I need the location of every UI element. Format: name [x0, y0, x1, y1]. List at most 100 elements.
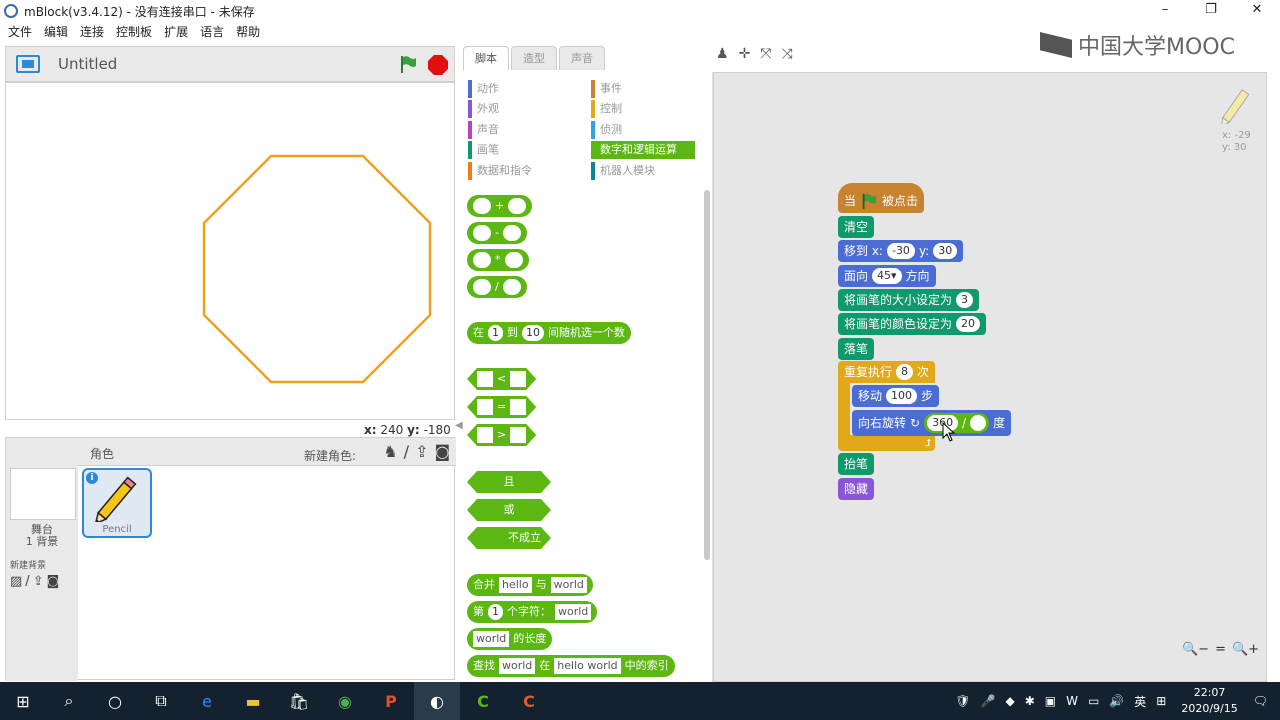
point-in-direction-block[interactable]: 面向 45▾ 方向: [838, 265, 936, 287]
block-length-of[interactable]: world 的长度: [467, 628, 553, 650]
stage-thumbnail[interactable]: [10, 468, 76, 520]
stage-canvas[interactable]: [5, 82, 455, 420]
duplicate-tool-icon[interactable]: ♟: [716, 46, 729, 62]
block-and[interactable]: 且: [467, 471, 551, 493]
move-steps-block[interactable]: 移动 100 步: [852, 385, 940, 407]
close-button[interactable]: ✕: [1234, 0, 1280, 22]
category-events[interactable]: 事件: [591, 80, 695, 98]
volume-icon[interactable]: 🔊: [1109, 694, 1124, 708]
block-or[interactable]: 或: [467, 499, 551, 521]
battery-icon[interactable]: ▭: [1088, 694, 1099, 708]
go-to-xy-block[interactable]: 移到 x: -30 y: 30: [838, 240, 964, 262]
sprite-pencil[interactable]: i Pencil: [82, 468, 152, 538]
category-data[interactable]: 数据和指令: [468, 162, 578, 180]
menu-board[interactable]: 控制板: [116, 23, 152, 40]
tab-costumes[interactable]: 造型: [511, 46, 557, 70]
block-join[interactable]: 合并 hello 与 world: [467, 574, 593, 596]
set-pen-color-block[interactable]: 将画笔的颜色设定为 20: [838, 313, 987, 335]
category-pen[interactable]: 画笔: [468, 141, 578, 159]
fullscreen-icon[interactable]: [16, 55, 40, 73]
backdrop-upload-icon[interactable]: ⇪: [33, 574, 44, 589]
menu-extensions[interactable]: 扩展: [164, 23, 188, 40]
tray-app-icon[interactable]: ◆: [1005, 694, 1014, 708]
menu-help[interactable]: 帮助: [236, 23, 260, 40]
info-icon[interactable]: i: [86, 472, 98, 484]
block-not[interactable]: 不成立: [467, 527, 551, 549]
block-divide[interactable]: /: [467, 276, 527, 298]
category-looks[interactable]: 外观: [468, 100, 578, 118]
turn-right-block[interactable]: 向右旋转 ↻ 360/ 度: [852, 410, 1012, 436]
pen-down-block[interactable]: 落笔: [838, 338, 875, 360]
tab-sounds[interactable]: 声音: [559, 46, 605, 70]
panel-collapse-handle[interactable]: ◀: [455, 420, 463, 440]
cortana-icon[interactable]: ○: [92, 682, 138, 720]
stop-icon[interactable]: [428, 55, 448, 75]
hide-block[interactable]: 隐藏: [838, 478, 875, 500]
block-greater-than[interactable]: >: [467, 424, 536, 446]
bluetooth-icon[interactable]: ✱: [1025, 694, 1035, 708]
menu-connect[interactable]: 连接: [80, 23, 104, 40]
file-explorer-icon[interactable]: ▬: [230, 682, 276, 720]
nvidia-icon[interactable]: ▣: [1045, 694, 1056, 708]
set-pen-size-block[interactable]: 将画笔的大小设定为 3: [838, 289, 980, 311]
block-less-than[interactable]: <: [467, 368, 536, 390]
script-area[interactable]: [713, 72, 1267, 682]
category-sensing[interactable]: 侦测: [591, 121, 695, 139]
camtasia-red-icon[interactable]: C: [506, 682, 552, 720]
security-icon[interactable]: 🛡: [955, 694, 970, 708]
project-title[interactable]: Untitled: [58, 55, 117, 73]
edge-icon[interactable]: e: [184, 682, 230, 720]
grow-tool-icon[interactable]: ⤧: [760, 46, 771, 62]
green-flag-icon[interactable]: [398, 54, 418, 74]
sprite-paint-icon[interactable]: /: [404, 442, 409, 461]
sprite-upload-icon[interactable]: ⇪: [415, 442, 428, 461]
mblock-taskbar-icon[interactable]: ◐: [414, 682, 460, 720]
block-pick-random[interactable]: 在1 到 10 间随机选一个数: [467, 322, 631, 344]
clear-block[interactable]: 清空: [838, 216, 875, 238]
tab-scripts[interactable]: 脚本: [463, 46, 509, 70]
category-robots[interactable]: 机器人模块: [591, 162, 695, 180]
maximize-button[interactable]: ❐: [1188, 0, 1234, 22]
block-add[interactable]: +: [467, 195, 533, 217]
camtasia-green-icon[interactable]: C: [460, 682, 506, 720]
minimize-button[interactable]: –: [1142, 0, 1188, 22]
backdrop-paint-icon[interactable]: /: [25, 574, 29, 589]
block-equals[interactable]: =: [467, 396, 536, 418]
block-letter-of[interactable]: 第1 个字符： world: [467, 601, 598, 623]
menu-language[interactable]: 语言: [200, 23, 224, 40]
microphone-icon[interactable]: 🎤: [981, 694, 996, 708]
backdrop-library-icon[interactable]: ▨: [10, 574, 22, 589]
search-icon[interactable]: ⌕: [46, 682, 92, 720]
zoom-reset-button[interactable]: =: [1215, 642, 1226, 657]
palette-scrollbar[interactable]: [704, 190, 710, 560]
wps-icon[interactable]: W: [1066, 694, 1078, 708]
powerpoint-icon[interactable]: P: [368, 682, 414, 720]
task-view-icon[interactable]: ⧉: [138, 682, 184, 720]
browser-360-icon[interactable]: ◉: [322, 682, 368, 720]
shrink-tool-icon[interactable]: ⤨: [782, 46, 793, 62]
category-operators[interactable]: 数字和逻辑运算: [591, 141, 695, 159]
sprite-camera-icon[interactable]: ◙: [434, 442, 450, 461]
when-flag-clicked-block[interactable]: 当 被点击: [838, 183, 925, 213]
input-mode-icon[interactable]: ⊞: [1156, 694, 1166, 708]
divide-reporter[interactable]: 360/: [924, 413, 990, 433]
zoom-out-button[interactable]: 🔍−: [1182, 642, 1209, 657]
start-icon[interactable]: ⊞: [0, 682, 46, 720]
input-language[interactable]: 英: [1134, 693, 1146, 710]
store-icon[interactable]: 🛍: [276, 682, 322, 720]
delete-tool-icon[interactable]: ✛: [739, 46, 751, 62]
category-motion[interactable]: 动作: [468, 80, 578, 98]
pen-up-block[interactable]: 抬笔: [838, 453, 875, 475]
sprite-library-icon[interactable]: ♞: [383, 442, 397, 461]
block-multiply[interactable]: *: [467, 249, 529, 271]
notification-icon[interactable]: 🗨: [1253, 694, 1268, 708]
backdrop-camera-icon[interactable]: ◙: [47, 574, 60, 589]
menu-file[interactable]: 文件: [8, 23, 32, 40]
category-sound[interactable]: 声音: [468, 121, 578, 139]
clock[interactable]: 22:07 2020/9/15: [1181, 685, 1237, 717]
zoom-in-button[interactable]: 🔍+: [1232, 642, 1259, 657]
category-control[interactable]: 控制: [591, 100, 695, 118]
block-subtract[interactable]: -: [467, 222, 527, 244]
block-index-of[interactable]: 查找 world 在 hello world 中的索引: [467, 655, 675, 677]
menu-edit[interactable]: 编辑: [44, 23, 68, 40]
